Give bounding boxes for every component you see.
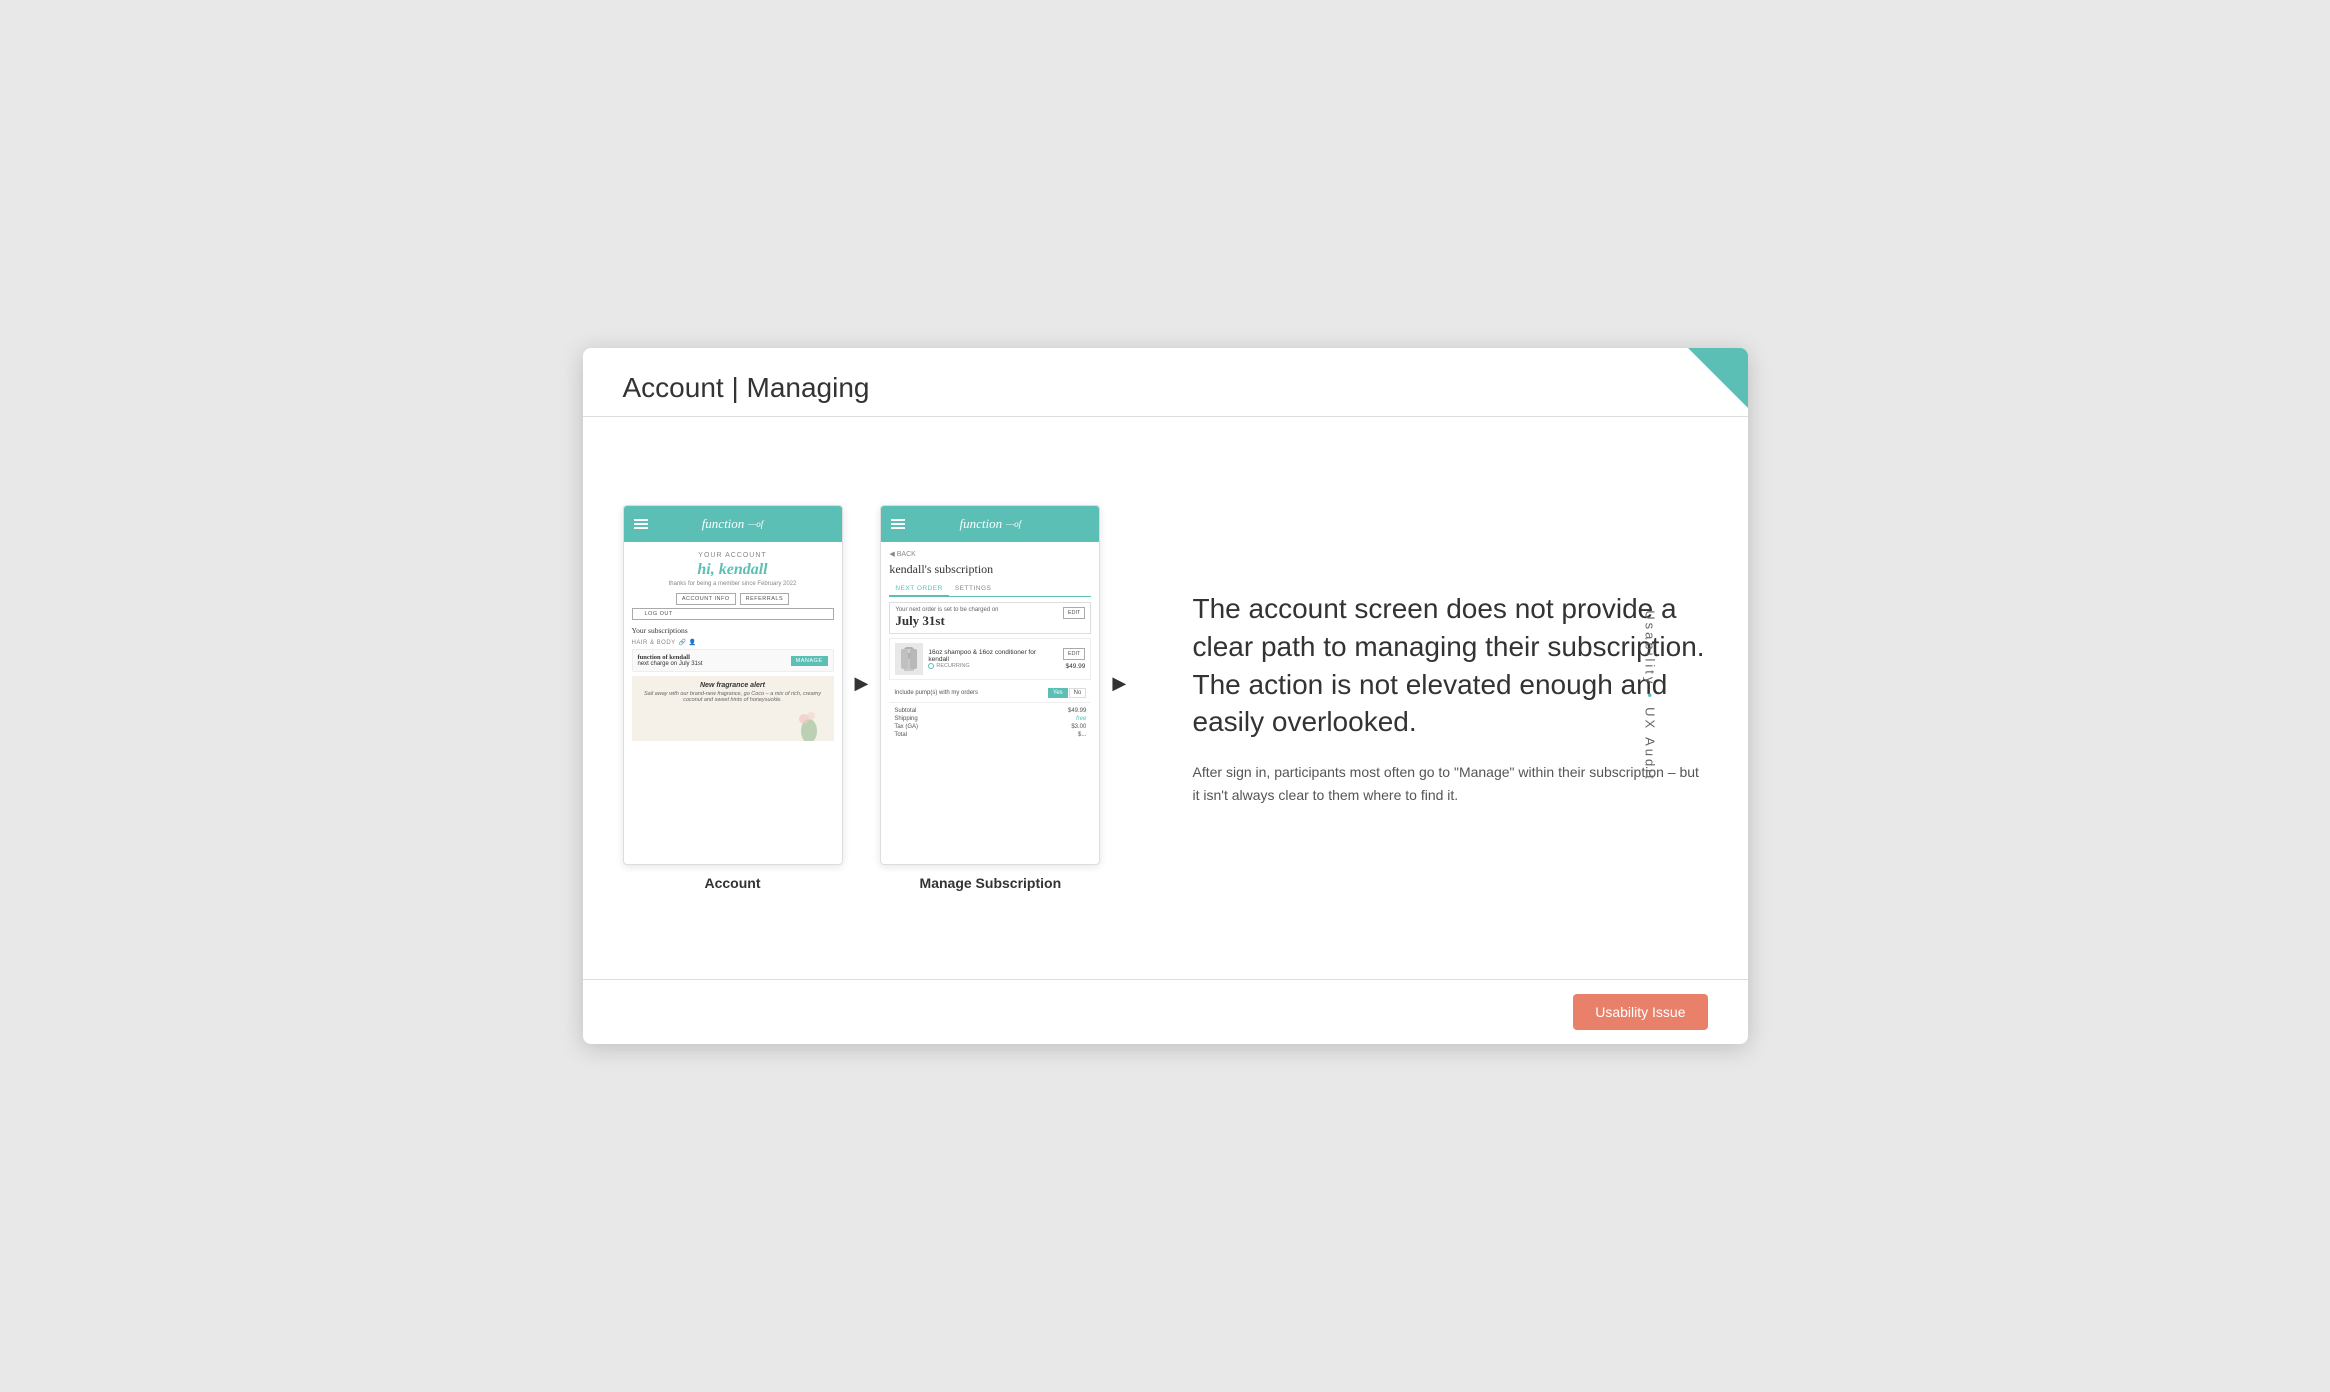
- flower-decoration: [789, 701, 829, 741]
- manage-body: ◀ BACK kendall's subscription NEXT ORDER…: [881, 542, 1099, 750]
- referrals-btn[interactable]: REFERRALS: [740, 593, 790, 605]
- subscriptions-title: Your subscriptions: [632, 626, 834, 635]
- greeting-label: YOUR ACCOUNT: [632, 552, 834, 559]
- order-box: Your next order is set to be charged on …: [889, 602, 1091, 634]
- total-label: Total: [894, 732, 907, 738]
- shipping-row: Shipping free: [894, 716, 1086, 722]
- total-value: $...: [1078, 732, 1086, 738]
- mockup-manage-wrapper: function —of ◀ BACK kendall's subscripti…: [880, 505, 1100, 891]
- shipping-value: free: [1076, 716, 1086, 722]
- tab-next-order[interactable]: NEXT ORDER: [889, 582, 949, 597]
- arrow-icon-2: ▶: [1112, 673, 1126, 694]
- product-row: 16oz shampoo & 16oz conditioner for kend…: [889, 638, 1091, 680]
- greeting-name: hi, kendall: [632, 561, 834, 579]
- product-image: [895, 643, 923, 675]
- product-recurring: RECURRING: [928, 663, 1057, 669]
- product-edit-btn[interactable]: EDIT: [1063, 648, 1086, 660]
- promo-title: New fragrance alert: [638, 682, 828, 689]
- text-section: The account screen does not provide a cl…: [1173, 437, 1708, 959]
- shipping-label: Shipping: [894, 716, 917, 722]
- tax-label: Tax (GA): [894, 724, 918, 730]
- subscription-item: function of kendall next charge on July …: [632, 649, 834, 672]
- side-label: Usability • UX Audit: [1642, 610, 1657, 782]
- subtotal-row: Subtotal $49.99: [894, 708, 1086, 714]
- slide-title: Account | Managing: [623, 372, 1708, 404]
- sub-next: next charge on July 31st: [638, 661, 703, 667]
- header-logo-2: function —of: [960, 516, 1022, 532]
- side-label-usability: Usability: [1642, 610, 1657, 686]
- tab-settings[interactable]: SETTINGS: [949, 582, 998, 596]
- order-date: July 31st: [895, 613, 998, 629]
- side-label-ux-audit: UX Audit: [1642, 707, 1657, 782]
- usability-badge[interactable]: Usability Issue: [1573, 994, 1707, 1030]
- main-analysis-text: The account screen does not provide a cl…: [1193, 590, 1708, 741]
- corner-accent: [1688, 348, 1748, 408]
- pump-yes-btn[interactable]: Yes: [1048, 688, 1068, 698]
- arrow-icon-1: ▶: [855, 673, 869, 694]
- subtotal-value: $49.99: [1068, 708, 1086, 714]
- section-label: HAIR & BODY 🔗 👤: [632, 639, 834, 646]
- product-name: 16oz shampoo & 16oz conditioner for kend…: [928, 649, 1057, 663]
- phone-header-2: function —of: [881, 506, 1099, 542]
- header-logo-1: function —of: [702, 516, 764, 532]
- hamburger-icon-2: [891, 519, 905, 529]
- phone-header-1: function —of: [624, 506, 842, 542]
- order-edit-btn[interactable]: EDIT: [1063, 607, 1086, 619]
- product-svg: [900, 647, 918, 671]
- total-row: Total $...: [894, 732, 1086, 738]
- order-label: Your next order is set to be charged on: [895, 607, 998, 613]
- mockup-label-manage: Manage Subscription: [920, 875, 1062, 891]
- product-price: $49.99: [1065, 663, 1085, 670]
- side-label-dot: •: [1642, 693, 1657, 707]
- slide-footer: Usability Issue: [583, 979, 1748, 1044]
- logout-btn[interactable]: LOG OUT: [632, 608, 834, 620]
- slide-content: function —of YOUR ACCOUNT hi, kendall th…: [583, 417, 1748, 979]
- pump-no-btn[interactable]: No: [1069, 688, 1087, 698]
- pump-row: Include pump(s) with my orders Yes No: [889, 684, 1091, 703]
- account-buttons: ACCOUNT INFO REFERRALS: [632, 593, 834, 605]
- hamburger-icon: [634, 519, 648, 529]
- account-body: YOUR ACCOUNT hi, kendall thanks for bein…: [624, 542, 842, 751]
- manage-tabs: NEXT ORDER SETTINGS: [889, 582, 1091, 597]
- tax-value: $3.00: [1071, 724, 1086, 730]
- sub-analysis-text: After sign in, participants most often g…: [1193, 761, 1708, 806]
- mockup-label-account: Account: [705, 875, 761, 891]
- member-text: thanks for being a member since February…: [632, 581, 834, 587]
- mockup-account-wrapper: function —of YOUR ACCOUNT hi, kendall th…: [623, 505, 843, 891]
- promo-section: New fragrance alert Sail away with our b…: [632, 676, 834, 741]
- manage-btn[interactable]: MANAGE: [791, 656, 828, 666]
- slide-header: Account | Managing: [583, 348, 1748, 417]
- back-link[interactable]: ◀ BACK: [889, 550, 1091, 558]
- subtotal-label: Subtotal: [894, 708, 916, 714]
- slide-container: Usability • UX Audit Account | Managing …: [583, 348, 1748, 1044]
- pump-label: Include pump(s) with my orders: [894, 690, 978, 696]
- sub-name: function of kendall: [638, 654, 703, 661]
- phone-mockup-manage: function —of ◀ BACK kendall's subscripti…: [880, 505, 1100, 865]
- mockups-section: function —of YOUR ACCOUNT hi, kendall th…: [623, 437, 1143, 959]
- manage-title: kendall's subscription: [889, 562, 1091, 577]
- order-summary: Subtotal $49.99 Shipping free Tax (GA) $…: [889, 706, 1091, 742]
- account-info-btn[interactable]: ACCOUNT INFO: [676, 593, 736, 605]
- tax-row: Tax (GA) $3.00: [894, 724, 1086, 730]
- phone-mockup-account: function —of YOUR ACCOUNT hi, kendall th…: [623, 505, 843, 865]
